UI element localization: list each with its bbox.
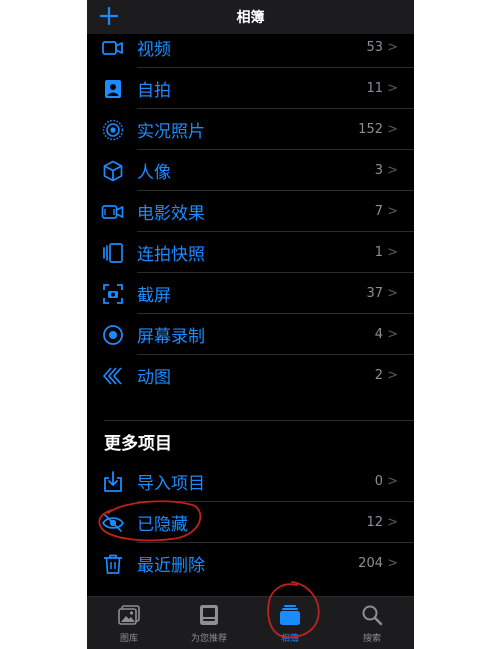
plus-icon [99,6,119,26]
albums-icon [278,603,302,627]
album-label: 连拍快照 [137,245,205,265]
chevron-right-icon: > [387,368,398,383]
screen-recording-icon [101,323,125,347]
album-label: 屏幕录制 [137,327,205,347]
tab-label: 相簿 [280,634,299,644]
tab-bar: 图库 为您推荐 相簿 搜索 [87,596,414,649]
chevron-right-icon: > [387,327,398,342]
chevron-right-icon: > [387,81,398,96]
album-count: 11 [366,81,383,96]
trash-icon [101,552,125,576]
album-count: 12 [366,515,383,530]
album-label: 动图 [137,368,171,388]
tab-library[interactable]: 图库 [94,603,164,647]
chevron-right-icon: > [387,245,398,260]
album-label: 截屏 [137,286,171,306]
album-count: 0 [374,474,383,489]
chevron-right-icon: > [387,204,398,219]
album-row-screen-recordings[interactable]: 屏幕录制 4 > [87,314,414,355]
album-row-animated[interactable]: 动图 2 > [87,355,414,396]
animated-icon [101,364,125,388]
albums-screen: 相簿 视频 53 > 自拍 11 > 实况照片 152 > 人像 3 > 电影效… [87,0,414,649]
album-row-cinematic[interactable]: 电影效果 7 > [87,191,414,232]
album-label: 人像 [137,163,171,183]
chevron-right-icon: > [387,122,398,137]
album-row-recently-deleted[interactable]: 最近删除 204 > [87,543,414,584]
album-label: 已隐藏 [137,515,188,535]
album-count: 152 [358,122,383,137]
album-label: 实况照片 [137,122,205,142]
album-label: 导入项目 [137,474,205,494]
tab-for-you[interactable]: 为您推荐 [174,603,244,647]
album-count: 2 [374,368,383,383]
library-icon [117,603,141,627]
chevron-right-icon: > [387,556,398,571]
album-row-selfie[interactable]: 自拍 11 > [87,68,414,109]
section-title-more-items: 更多项目 [104,434,172,454]
screenshot-icon [101,282,125,306]
tab-search[interactable]: 搜索 [337,603,407,647]
burst-icon [101,241,125,265]
album-count: 4 [374,327,383,342]
cinematic-icon [101,200,125,224]
album-label: 电影效果 [137,204,205,224]
album-label: 视频 [137,40,171,60]
album-label: 最近删除 [137,556,205,576]
import-icon [101,470,125,494]
album-count: 3 [374,163,383,178]
chevron-right-icon: > [387,515,398,530]
album-row-imports[interactable]: 导入项目 0 > [87,461,414,502]
add-album-button[interactable] [98,5,120,27]
page-title: 相簿 [236,10,265,26]
album-row-video[interactable]: 视频 53 > [87,27,414,68]
album-count: 1 [374,245,383,260]
album-label: 自拍 [137,81,171,101]
section-divider [104,420,414,421]
for-you-icon [197,603,221,627]
album-row-live-photos[interactable]: 实况照片 152 > [87,109,414,150]
video-icon [101,36,125,60]
chevron-right-icon: > [387,40,398,55]
selfie-icon [101,77,125,101]
album-count: 53 [366,40,383,55]
album-row-burst[interactable]: 连拍快照 1 > [87,232,414,273]
album-row-screenshots[interactable]: 截屏 37 > [87,273,414,314]
tab-label: 图库 [119,634,138,644]
chevron-right-icon: > [387,163,398,178]
tab-label: 搜索 [362,634,381,644]
album-count: 7 [374,204,383,219]
chevron-right-icon: > [387,474,398,489]
chevron-right-icon: > [387,286,398,301]
portrait-cube-icon [101,159,125,183]
tab-albums[interactable]: 相簿 [255,603,325,647]
live-photo-icon [101,118,125,142]
album-row-hidden[interactable]: 已隐藏 12 > [87,502,414,543]
search-icon [360,603,384,627]
album-row-portrait[interactable]: 人像 3 > [87,150,414,191]
album-count: 204 [358,556,383,571]
album-count: 37 [366,286,383,301]
hidden-eye-icon [101,511,125,535]
tab-label: 为您推荐 [190,634,227,644]
